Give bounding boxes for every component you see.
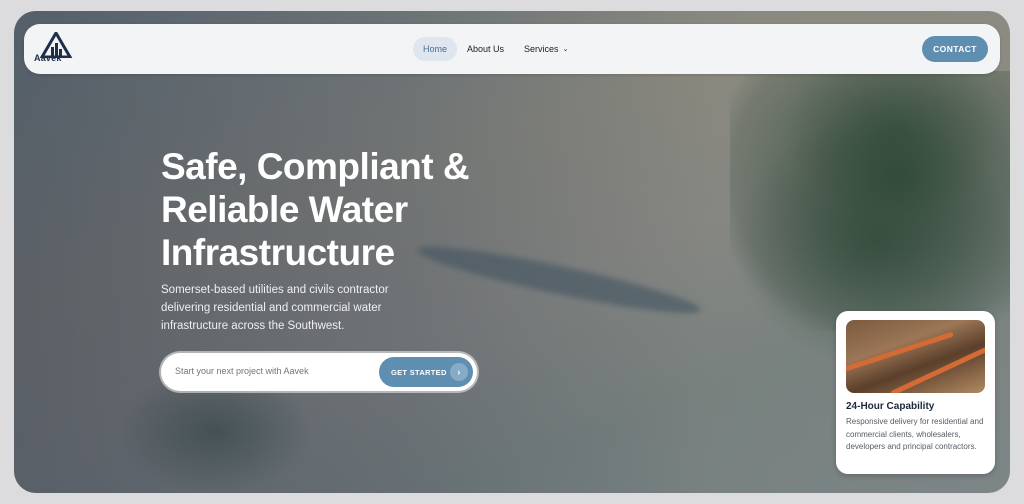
nav-services[interactable]: Services ⌄ (514, 37, 578, 61)
nav-home-label: Home (423, 44, 448, 54)
navbar: Aavek Home About Us Services ⌄ CONTACT (24, 24, 1000, 74)
capability-card: 24-Hour Capability Responsive delivery f… (836, 311, 995, 474)
cta-bar: GET STARTED › (161, 353, 477, 391)
main-nav: Home About Us Services ⌄ (413, 36, 578, 62)
nav-home[interactable]: Home (413, 37, 458, 61)
project-input[interactable] (175, 366, 375, 376)
pipe-excavation-image (846, 320, 985, 393)
nav-about-us[interactable]: About Us (457, 37, 514, 61)
card-title: 24-Hour Capability (846, 401, 935, 412)
card-text: Responsive delivery for residential and … (846, 417, 984, 451)
get-started-button[interactable]: GET STARTED › (379, 357, 473, 387)
contact-button[interactable]: CONTACT (922, 36, 988, 62)
get-started-label: GET STARTED (391, 367, 447, 377)
nav-about-label: About Us (467, 44, 505, 54)
nav-services-label: Services (524, 44, 559, 54)
chevron-down-icon: ⌄ (562, 46, 569, 53)
forest-area (730, 71, 1010, 331)
hero-subtitle: Somerset-based utilities and civils cont… (161, 284, 389, 332)
arrow-right-icon: › (450, 363, 468, 381)
hero-title: Safe, Compliant & Reliable Water Infrast… (161, 146, 470, 273)
brand-name: Aavek (34, 53, 62, 63)
